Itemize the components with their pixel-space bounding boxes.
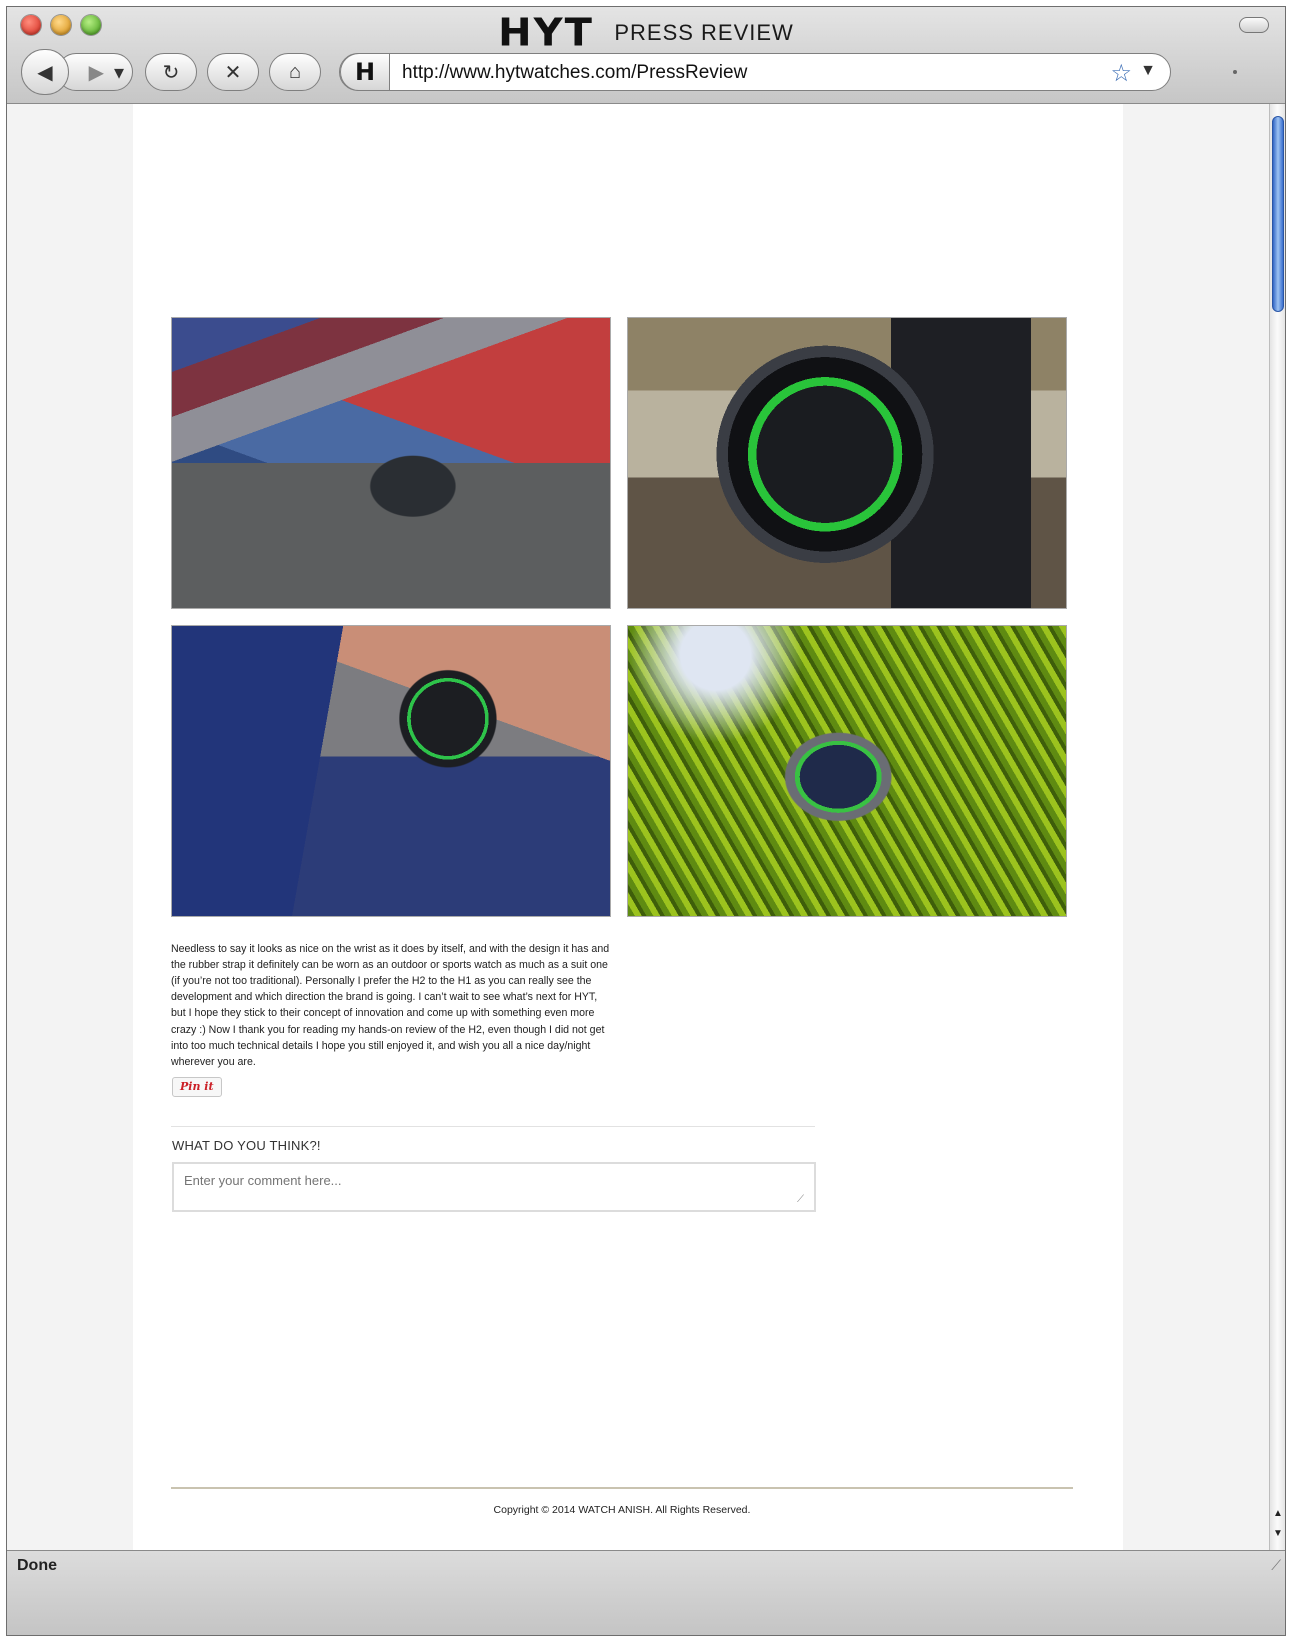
window-resize-icon[interactable]: ⟋ <box>1271 1557 1281 1574</box>
scroll-thumb[interactable] <box>1272 116 1284 312</box>
bookmark-star-icon[interactable]: ☆ <box>1110 59 1132 88</box>
window-title-bar: HYT PRESS REVIEW <box>7 13 1285 53</box>
back-button[interactable]: ◀ <box>21 49 69 95</box>
stop-icon: ✕ <box>224 61 242 84</box>
resize-grip-icon[interactable]: ⟋ <box>797 1194 804 1205</box>
footer-divider <box>171 1487 1073 1489</box>
vertical-scrollbar[interactable]: ▲ ▼ <box>1269 104 1285 1550</box>
toolbar-dot <box>1233 70 1237 74</box>
article-paragraph: Needless to say it looks as nice on the … <box>171 942 610 1069</box>
photo-watch-on-wrist-jeans <box>171 317 611 609</box>
status-bar: Done ⟋ <box>7 1550 1285 1635</box>
home-button[interactable]: ⌂ <box>269 53 321 91</box>
reload-icon: ↻ <box>162 61 180 84</box>
site-favicon-icon: H <box>340 53 390 91</box>
copyright-text: Copyright © 2014 WATCH ANISH. All Rights… <box>493 1504 751 1516</box>
url-dropdown-icon[interactable]: ▼ <box>1140 62 1156 80</box>
page-viewport: Needless to say it looks as nice on the … <box>7 104 1269 1550</box>
history-dropdown-icon[interactable]: ▾ <box>114 60 124 85</box>
scroll-up-arrow-icon[interactable]: ▲ <box>1271 1506 1285 1522</box>
browser-toolbar: HYT PRESS REVIEW ◀ ▶ ▾ ↻ ✕ ⌂ H http://ww… <box>7 7 1285 104</box>
back-arrow-icon: ◀ <box>37 61 53 84</box>
reload-button[interactable]: ↻ <box>145 53 197 91</box>
window-title: PRESS REVIEW <box>614 20 794 45</box>
scroll-down-arrow-icon[interactable]: ▼ <box>1271 1526 1285 1542</box>
address-bar[interactable]: H http://www.hytwatches.com/PressReview … <box>339 53 1171 91</box>
comments-heading: WHAT DO YOU THINK?! <box>172 1138 321 1153</box>
photo-watch-on-hand <box>171 625 611 917</box>
page-content: Needless to say it looks as nice on the … <box>133 104 1123 1550</box>
pinit-button[interactable]: Pin it <box>172 1077 222 1097</box>
toolbar-toggle-button[interactable] <box>1239 17 1269 33</box>
forward-arrow-icon: ▶ <box>88 61 104 84</box>
hyt-logo: HYT <box>498 11 594 55</box>
photo-watch-in-bush <box>627 625 1067 917</box>
status-text: Done <box>17 1557 57 1574</box>
photo-watch-closeup <box>627 317 1067 609</box>
stop-button[interactable]: ✕ <box>207 53 259 91</box>
home-icon: ⌂ <box>288 60 302 83</box>
browser-window: HYT PRESS REVIEW ◀ ▶ ▾ ↻ ✕ ⌂ H http://ww… <box>6 6 1286 1636</box>
url-input[interactable]: http://www.hytwatches.com/PressReview <box>402 62 747 84</box>
comments-divider <box>171 1126 815 1127</box>
comment-input[interactable] <box>172 1162 816 1212</box>
